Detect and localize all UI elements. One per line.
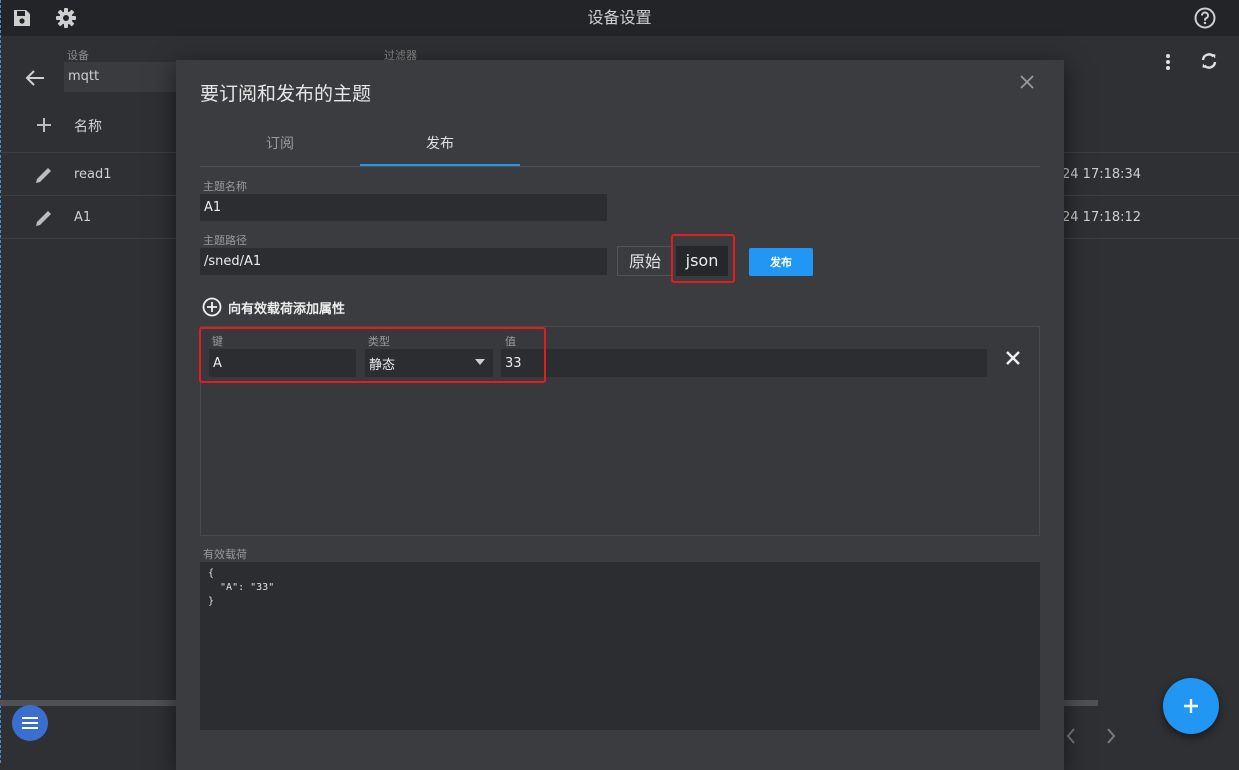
- row-name: A1: [74, 210, 92, 225]
- payload-line: }: [208, 596, 215, 607]
- edit-icon[interactable]: [33, 207, 55, 229]
- format-raw-button[interactable]: 原始: [617, 246, 673, 276]
- row-time: 24 17:18:12: [1062, 210, 1142, 225]
- row-name: read1: [74, 167, 112, 182]
- device-label: 设备: [67, 49, 89, 62]
- topic-name-value: A1: [204, 200, 222, 215]
- highlight-box: [199, 327, 546, 383]
- device-value: mqtt: [68, 69, 100, 84]
- save-icon[interactable]: [11, 7, 33, 29]
- gear-icon[interactable]: [54, 6, 78, 30]
- chevron-left-icon[interactable]: [1062, 726, 1080, 746]
- payload-line: "A": "33": [208, 582, 275, 593]
- topic-path-label: 主题路径: [203, 234, 247, 247]
- window-edge: [0, 0, 2, 763]
- menu-button[interactable]: [12, 705, 48, 741]
- row-time: 24 17:18:34: [1062, 167, 1142, 182]
- highlight-box: [671, 234, 735, 283]
- payload-label: 有效载荷: [203, 548, 247, 561]
- tab-subscribe[interactable]: 订阅: [200, 128, 360, 166]
- topic-name-label: 主题名称: [203, 180, 247, 193]
- active-tab-indicator: [360, 164, 520, 166]
- add-property-label[interactable]: 向有效载荷添加属性: [228, 298, 345, 317]
- payload-line: {: [208, 568, 215, 579]
- add-fab-button[interactable]: [1163, 678, 1219, 734]
- remove-property-icon[interactable]: [1003, 348, 1023, 368]
- close-icon[interactable]: [1017, 72, 1037, 92]
- more-vert-icon[interactable]: [1160, 52, 1176, 72]
- add-circle-icon[interactable]: [201, 296, 222, 317]
- back-arrow-icon[interactable]: [24, 68, 46, 88]
- edit-icon[interactable]: [33, 164, 55, 186]
- value-input[interactable]: 33: [501, 349, 987, 377]
- topic-path-input[interactable]: /sned/A1: [200, 248, 607, 275]
- chevron-right-icon[interactable]: [1102, 726, 1120, 746]
- add-icon[interactable]: [34, 115, 54, 135]
- name-column-header: 名称: [74, 119, 102, 135]
- tabs-divider: [200, 166, 1040, 167]
- topic-name-input[interactable]: A1: [200, 194, 607, 221]
- help-icon[interactable]: [1194, 7, 1216, 29]
- publish-button[interactable]: 发布: [749, 248, 813, 276]
- dialog-title: 要订阅和发布的主题: [200, 83, 372, 105]
- topic-path-value: /sned/A1: [204, 254, 262, 269]
- refresh-icon[interactable]: [1198, 50, 1220, 72]
- payload-textarea[interactable]: { "A": "33" }: [200, 562, 1040, 730]
- tab-publish[interactable]: 发布: [360, 128, 520, 166]
- page-title: 设备设置: [587, 8, 652, 27]
